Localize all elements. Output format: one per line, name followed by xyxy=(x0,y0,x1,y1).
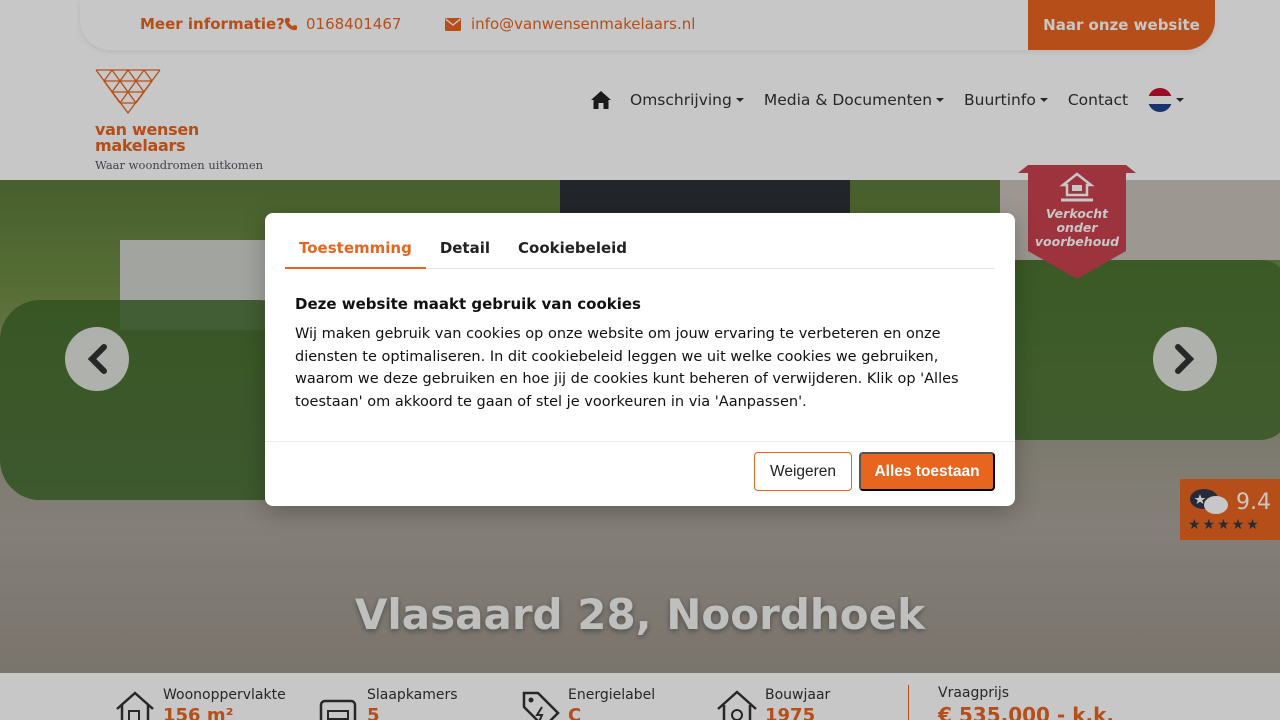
accept-all-button[interactable]: Alles toestaan xyxy=(859,452,995,491)
cookie-consent-dialog: Toestemming Detail Cookiebeleid Deze web… xyxy=(265,213,1015,506)
tab-cookiebeleid[interactable]: Cookiebeleid xyxy=(504,233,641,269)
modal-divider xyxy=(265,441,1015,442)
tab-toestemming[interactable]: Toestemming xyxy=(285,233,426,269)
cookie-heading: Deze website maakt gebruik van cookies xyxy=(295,295,641,313)
tab-detail[interactable]: Detail xyxy=(426,233,504,269)
cookie-description: Wij maken gebruik van cookies op onze we… xyxy=(295,326,959,410)
decline-button[interactable]: Weigeren xyxy=(754,452,852,491)
cookie-tabs: Toestemming Detail Cookiebeleid xyxy=(285,233,995,269)
